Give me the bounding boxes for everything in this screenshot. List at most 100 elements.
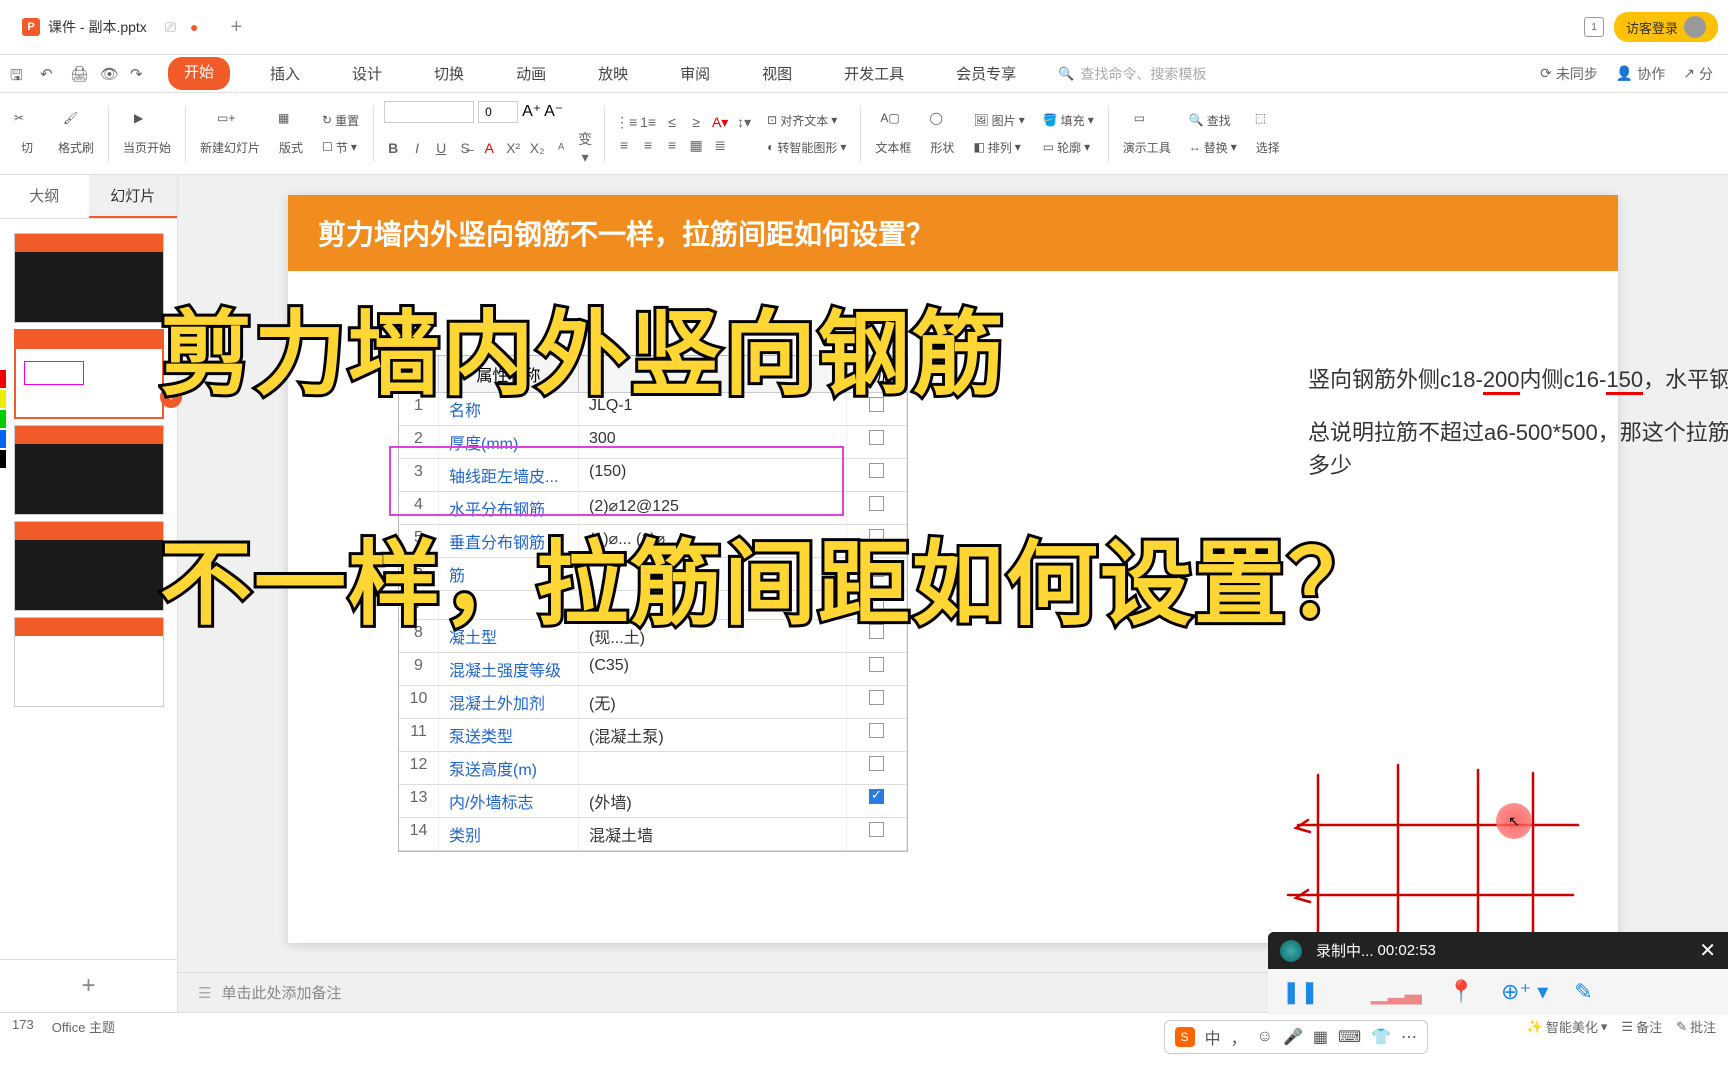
- thumbnail[interactable]: [14, 521, 164, 611]
- tab-home[interactable]: 开始: [168, 57, 230, 90]
- ime-item[interactable]: ▦: [1313, 1027, 1328, 1047]
- tab-developer[interactable]: 开发工具: [832, 57, 916, 90]
- present-tools-button[interactable]: ▭演示工具: [1115, 107, 1179, 160]
- tab-view[interactable]: 视图: [750, 57, 804, 90]
- shape-button[interactable]: ◯形状: [921, 107, 963, 160]
- increase-font-icon[interactable]: A⁺: [522, 101, 540, 123]
- columns-icon[interactable]: ≣: [711, 137, 729, 154]
- convert-icon[interactable]: 变▾: [576, 129, 594, 166]
- smart-shape-button[interactable]: ◐ 转智能图形 ▾: [763, 137, 850, 158]
- preview-icon[interactable]: 👁: [100, 65, 118, 83]
- outline-button[interactable]: ▭ 轮廓 ▾: [1039, 137, 1098, 158]
- checkbox[interactable]: [869, 690, 884, 705]
- justify-icon[interactable]: ▦: [687, 137, 705, 154]
- pause-button[interactable]: ❚❚: [1282, 979, 1319, 1005]
- slides-tab[interactable]: 幻灯片: [89, 175, 178, 218]
- pen-icon[interactable]: ✎: [1574, 979, 1592, 1005]
- fill-button[interactable]: 🪣 填充 ▾: [1039, 110, 1098, 131]
- recorder-close-button[interactable]: ✕: [1699, 938, 1716, 963]
- align-left-icon[interactable]: ≡: [615, 137, 633, 153]
- italic-icon[interactable]: I: [408, 140, 426, 156]
- collaborate-button[interactable]: 👤 协作: [1616, 64, 1665, 84]
- smart-beautify-button[interactable]: ✨ 智能美化 ▾: [1527, 1017, 1608, 1036]
- format-painter-button[interactable]: 🖌格式刷: [50, 107, 102, 160]
- tab-animation[interactable]: 动画: [504, 57, 558, 90]
- checkbox[interactable]: [869, 789, 884, 804]
- save-icon[interactable]: 🖫: [10, 65, 28, 83]
- share-button[interactable]: ↗ 分: [1683, 64, 1713, 84]
- thumbnail[interactable]: [14, 329, 164, 419]
- add-slide-button[interactable]: +: [0, 959, 177, 1012]
- tab-vip[interactable]: 会员专享: [944, 57, 1028, 90]
- font-size-input[interactable]: [478, 101, 518, 123]
- checkbox[interactable]: [869, 496, 884, 511]
- redo-icon[interactable]: ↷: [130, 65, 148, 83]
- new-slide-button[interactable]: ▭+新建幻灯片: [192, 107, 268, 160]
- checkbox[interactable]: [869, 624, 884, 639]
- print-icon[interactable]: 🖨: [70, 65, 88, 83]
- reset-button[interactable]: ↻ 重置: [318, 110, 363, 131]
- checkbox[interactable]: [869, 529, 884, 544]
- search-input[interactable]: 查找命令、搜索模板: [1058, 64, 1206, 84]
- tab-transition[interactable]: 切换: [422, 57, 476, 90]
- font-name-input[interactable]: [384, 101, 474, 123]
- notes-toggle[interactable]: ☰ 备注: [1621, 1017, 1662, 1036]
- ime-item[interactable]: ，: [1231, 1025, 1247, 1049]
- clear-format-icon[interactable]: ᴬ: [552, 140, 570, 156]
- sync-status[interactable]: ⟳ 未同步: [1540, 64, 1598, 84]
- file-tab[interactable]: P 课件 - 副本.pptx ⎚ ●: [10, 11, 210, 43]
- superscript-icon[interactable]: X²: [504, 140, 522, 156]
- add-record-icon[interactable]: ⊕⁺ ▾: [1501, 979, 1548, 1005]
- checkbox[interactable]: [869, 397, 884, 412]
- ime-item[interactable]: 🎤: [1283, 1027, 1303, 1047]
- add-tab-button[interactable]: +: [230, 16, 242, 39]
- tab-review[interactable]: 审阅: [668, 57, 722, 90]
- ime-item[interactable]: 👕: [1371, 1027, 1391, 1047]
- recorder-widget[interactable]: 录制中... 00:02:53 ✕ ❚❚ ▁▂▃ 📍 ⊕⁺ ▾ ✎: [1268, 932, 1728, 1015]
- strike-icon[interactable]: S̶: [456, 140, 474, 156]
- window-mode-icon[interactable]: 1: [1584, 17, 1604, 37]
- subscript-icon[interactable]: X₂: [528, 140, 546, 156]
- thumbnail[interactable]: [14, 233, 164, 323]
- select-button[interactable]: ⬚选择: [1247, 107, 1289, 160]
- guest-login-button[interactable]: 访客登录: [1614, 12, 1718, 42]
- image-button[interactable]: 🖼 图片 ▾: [969, 110, 1028, 131]
- checkbox[interactable]: [869, 723, 884, 738]
- align-text-button[interactable]: ⊡ 对齐文本 ▾: [763, 110, 850, 131]
- slide-canvas[interactable]: 剪力墙内外竖向钢筋不一样，拉筋间距如何设置？ 属性名称 附加 1 名称 JLQ-…: [288, 195, 1618, 943]
- bold-icon[interactable]: B: [384, 140, 402, 156]
- align-center-icon[interactable]: ≡: [639, 137, 657, 153]
- pointer-icon[interactable]: 📍: [1448, 979, 1475, 1005]
- decrease-font-icon[interactable]: A⁻: [544, 101, 562, 123]
- thumbnail[interactable]: [14, 617, 164, 707]
- comments-toggle[interactable]: ✎ 批注: [1676, 1017, 1716, 1036]
- tab-slideshow[interactable]: 放映: [586, 57, 640, 90]
- thumbnail[interactable]: [14, 425, 164, 515]
- from-current-button[interactable]: ▶当页开始: [115, 107, 179, 160]
- numbering-icon[interactable]: 1≡: [639, 114, 657, 130]
- checkbox[interactable]: [869, 463, 884, 478]
- checkbox[interactable]: [869, 822, 884, 837]
- find-button[interactable]: 🔍 查找: [1185, 110, 1241, 131]
- tab-design[interactable]: 设计: [340, 57, 394, 90]
- checkbox[interactable]: [869, 595, 884, 610]
- tab-insert[interactable]: 插入: [258, 57, 312, 90]
- underline-icon[interactable]: U: [432, 140, 450, 156]
- arrange-button[interactable]: ◧ 排列 ▾: [969, 137, 1028, 158]
- outline-tab[interactable]: 大纲: [0, 175, 89, 218]
- add-after-thumb-button[interactable]: +: [160, 386, 182, 408]
- ime-item[interactable]: ⋯: [1401, 1027, 1417, 1047]
- thumbnail-list[interactable]: [0, 219, 177, 959]
- audio-levels-icon[interactable]: ▁▂▃: [1371, 979, 1422, 1005]
- bullets-icon[interactable]: ⋮≡: [615, 114, 633, 131]
- section-button[interactable]: ☐ 节 ▾: [318, 137, 363, 158]
- ime-item[interactable]: ⌨: [1338, 1027, 1361, 1047]
- checkbox[interactable]: [869, 756, 884, 771]
- ime-item[interactable]: ☺: [1257, 1028, 1273, 1046]
- ime-toolbar[interactable]: S 中 ， ☺ 🎤 ▦ ⌨ 👕 ⋯: [1164, 1020, 1428, 1054]
- cut-button[interactable]: ✂切: [6, 107, 48, 160]
- undo-icon[interactable]: ↶: [40, 65, 58, 83]
- align-right-icon[interactable]: ≡: [663, 137, 681, 153]
- textbox-button[interactable]: A▢文本框: [867, 107, 919, 160]
- replace-button[interactable]: ↔ 替换 ▾: [1185, 137, 1241, 158]
